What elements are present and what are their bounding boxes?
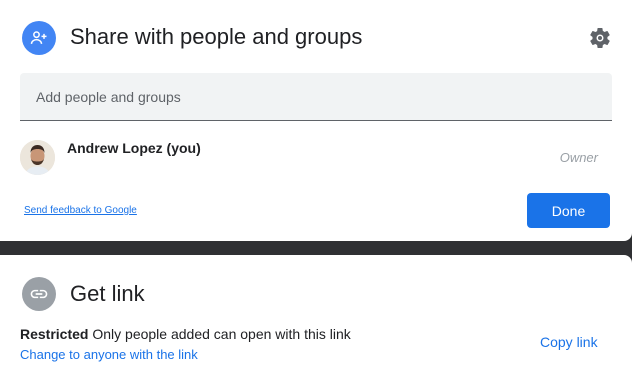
done-button[interactable]: Done [527, 193, 610, 228]
settings-button[interactable] [586, 24, 614, 52]
change-link-access-link[interactable]: Change to anyone with the link [20, 347, 198, 363]
get-link-title: Get link [70, 281, 145, 306]
link-restriction: Restricted Only people added can open wi… [20, 326, 351, 342]
avatar [20, 140, 55, 175]
share-dialog: Share with people and groups Andrew Lope… [0, 0, 632, 241]
restriction-label: Restricted [20, 326, 89, 342]
link-icon [22, 277, 56, 311]
add-person-icon [22, 21, 56, 55]
copy-link-button[interactable]: Copy link [540, 334, 598, 350]
restriction-description: Only people added can open with this lin… [92, 326, 351, 342]
add-people-input[interactable] [20, 73, 612, 121]
gear-icon [590, 28, 610, 49]
send-feedback-link[interactable]: Send feedback to Google [24, 205, 137, 217]
person-name: Andrew Lopez (you) [67, 140, 201, 156]
share-title: Share with people and groups [70, 24, 363, 49]
person-role: Owner [559, 150, 598, 165]
